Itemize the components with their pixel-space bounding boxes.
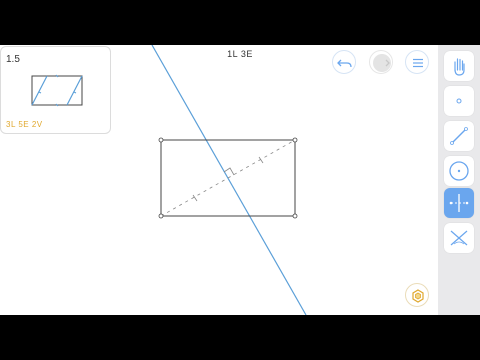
hint-button[interactable] <box>405 283 429 307</box>
level-card[interactable]: 1.5 3L 5E 2V <box>0 46 111 134</box>
level-stats: 3L 5E 2V <box>6 120 43 129</box>
undo-button[interactable] <box>332 50 356 74</box>
menu-button[interactable] <box>405 50 429 74</box>
equal-tick <box>192 194 198 202</box>
vertex-point[interactable] <box>292 137 298 143</box>
tool-line[interactable] <box>444 121 474 151</box>
redo-icon <box>373 54 391 72</box>
tool-circle[interactable] <box>444 156 474 186</box>
angle-bisector-icon <box>450 230 468 246</box>
hand-icon <box>454 58 465 76</box>
dashed-diagonal <box>160 139 296 217</box>
tool-palette <box>438 45 480 315</box>
perpendicular-bisector-icon <box>449 194 469 212</box>
vertex-point[interactable] <box>292 213 298 219</box>
hint-icon <box>412 289 424 303</box>
goal-counter: 1L 3E <box>227 49 253 59</box>
tool-angle-bisector[interactable] <box>444 223 474 253</box>
redo-button[interactable] <box>369 50 393 74</box>
line-icon <box>450 127 468 145</box>
menu-icon <box>413 58 423 68</box>
vertex-point[interactable] <box>158 213 164 219</box>
vertex-point[interactable] <box>158 137 164 143</box>
tool-hand[interactable] <box>444 51 474 81</box>
circle-icon <box>449 161 469 181</box>
game-screen: 1.5 3L 5E 2V 1L 3E <box>0 45 480 315</box>
tool-perpendicular-bisector[interactable] <box>444 188 474 218</box>
constructed-line[interactable] <box>151 45 307 315</box>
undo-icon <box>337 59 352 68</box>
tool-point[interactable] <box>444 86 474 116</box>
point-icon <box>456 98 462 104</box>
